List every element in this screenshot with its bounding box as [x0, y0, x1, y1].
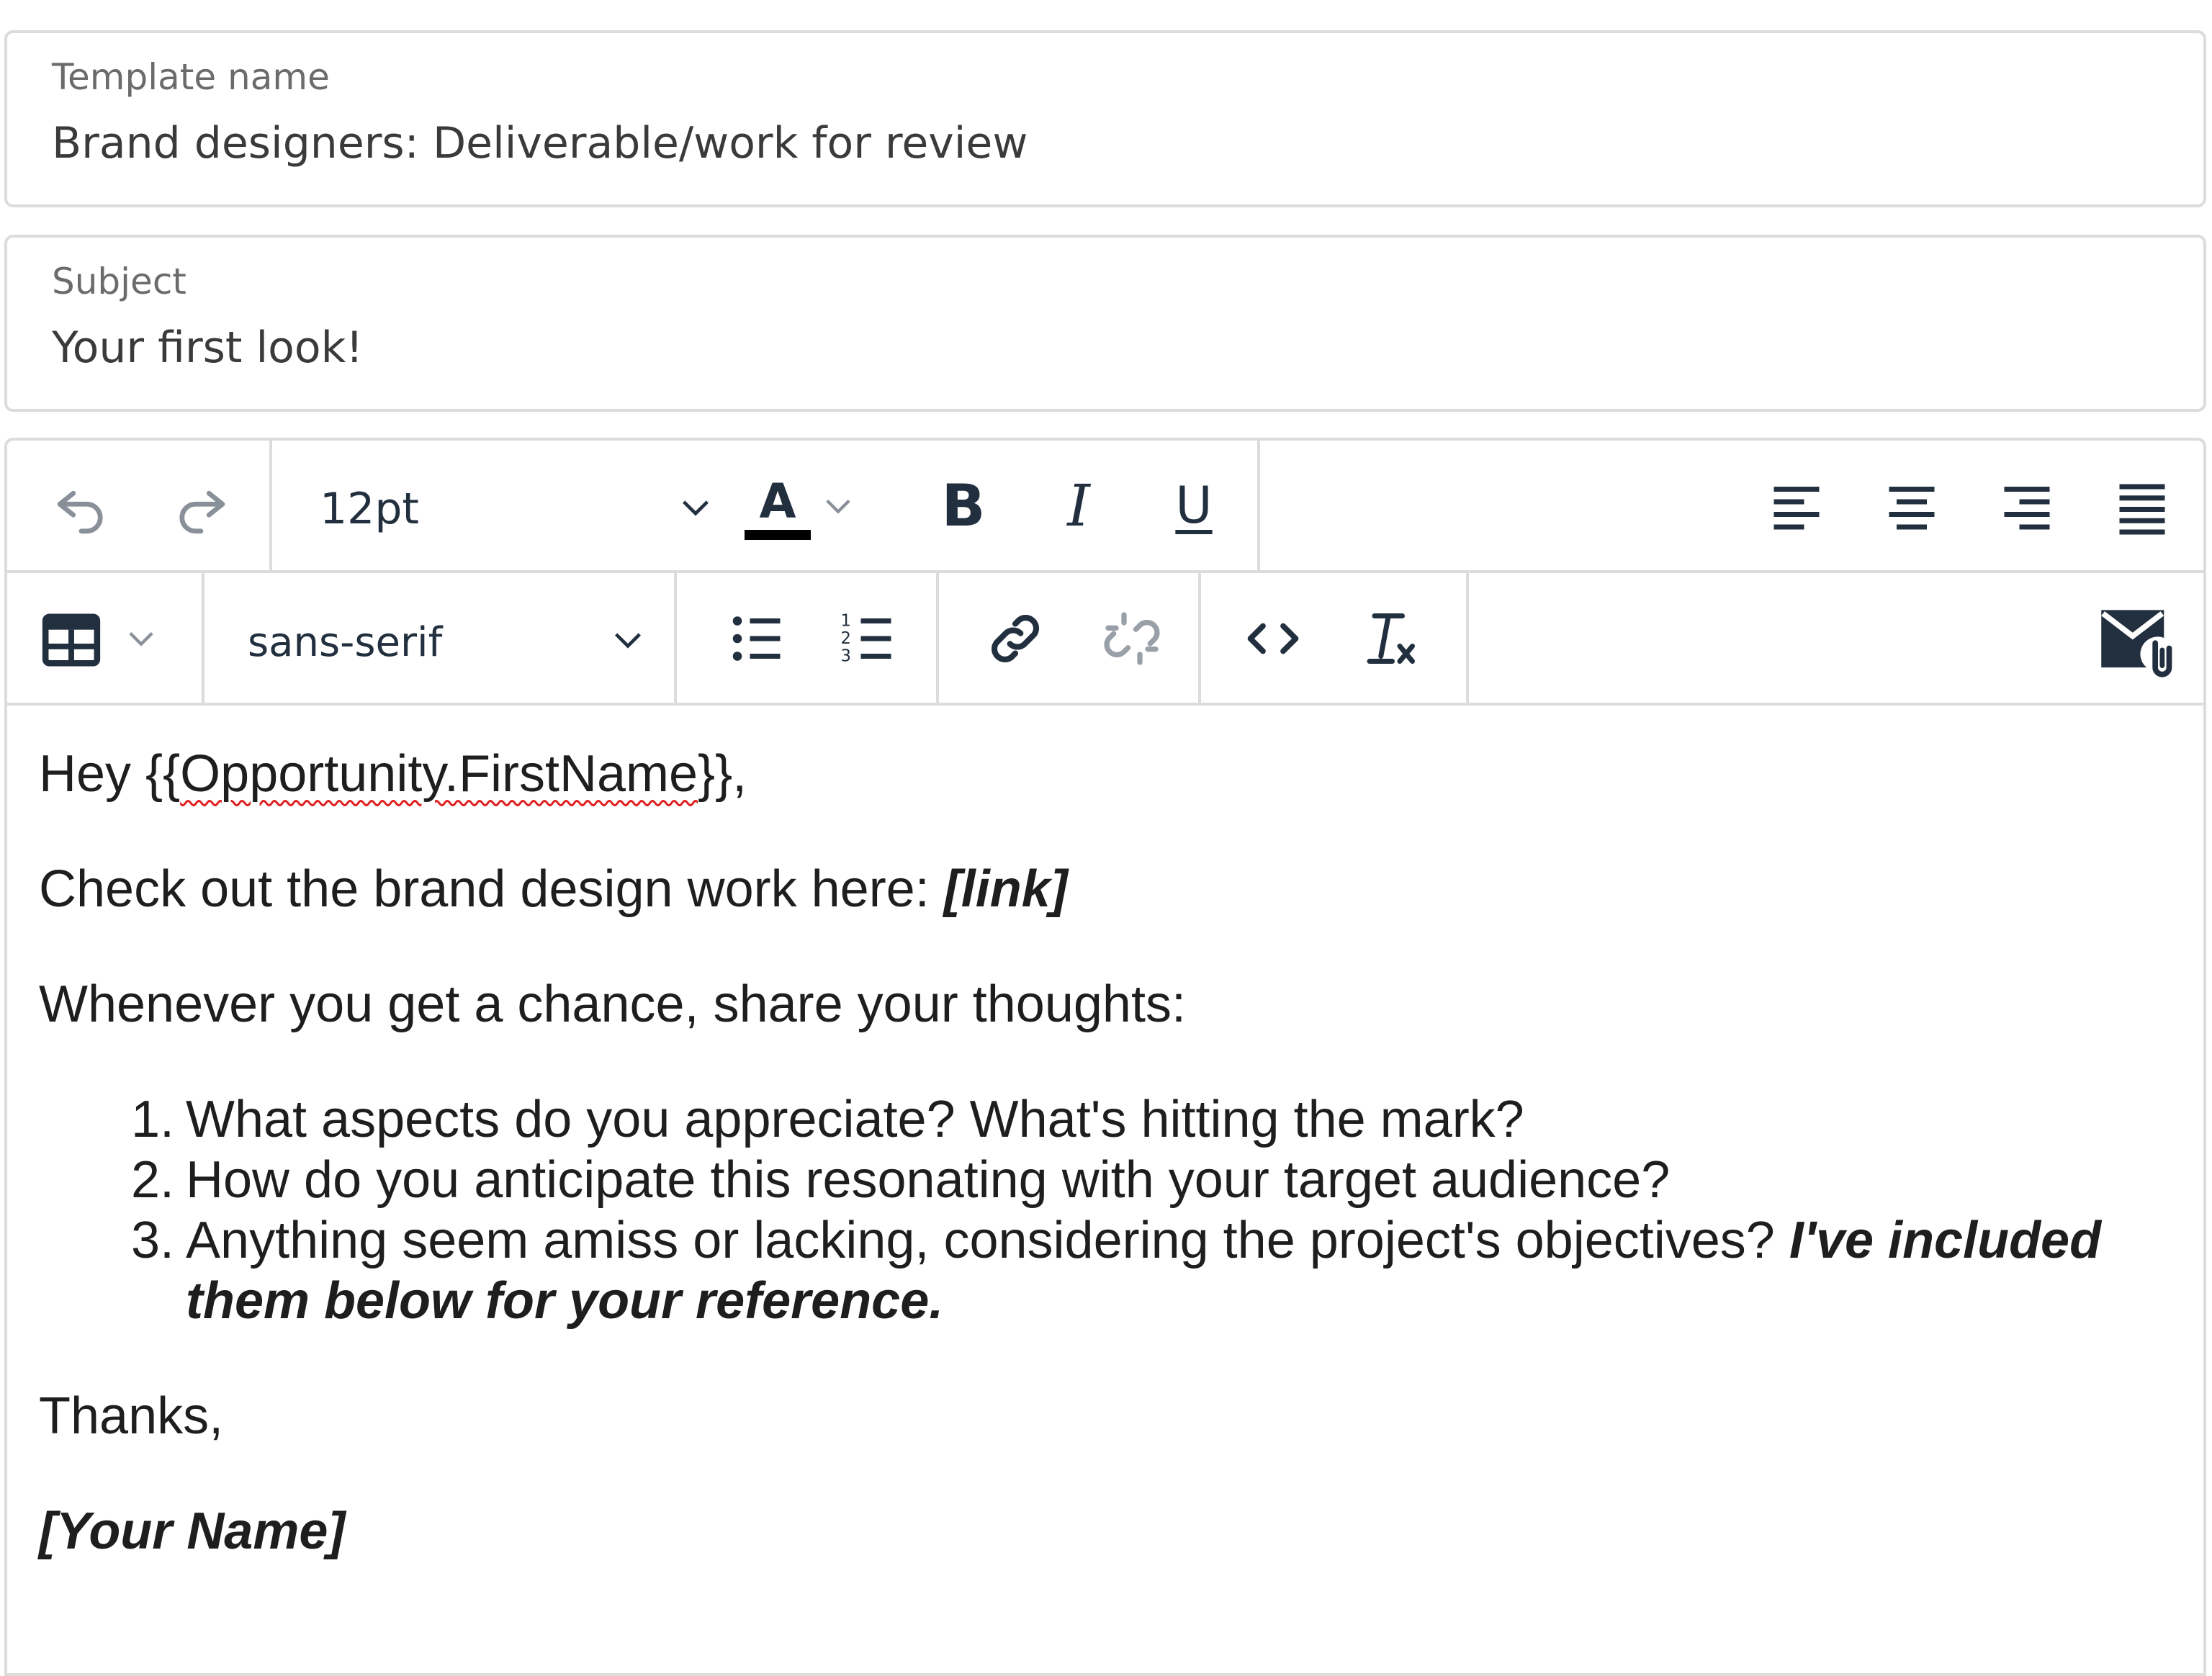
chevron-down-icon	[826, 499, 850, 514]
underline-icon: U	[1175, 476, 1213, 535]
list-number: 1.	[130, 1091, 174, 1148]
bold-icon: B	[941, 472, 986, 539]
thanks-text: Thanks,	[39, 1387, 224, 1445]
check-out-line: Check out the brand design work here: [l…	[39, 858, 1068, 920]
svg-text:3: 3	[841, 647, 851, 666]
unlink-icon	[1104, 612, 1160, 665]
list-text-emphasis: them below for your reference.	[186, 1272, 944, 1330]
italic-button[interactable]: I	[1034, 465, 1123, 546]
font-family-value: sans-serif	[248, 619, 443, 666]
redo-button[interactable]	[156, 471, 246, 543]
bullet-list-icon	[732, 616, 781, 661]
toolbar-row-secondary: sans-serif 123	[7, 573, 2203, 706]
editor-body[interactable]: Hey {{Opportunity.FirstName}}, Check out…	[39, 737, 2182, 1673]
chevron-down-icon	[129, 631, 153, 646]
align-justify-button[interactable]	[2103, 471, 2182, 543]
link-group	[939, 573, 1201, 703]
toolbar-row-primary: 12pt A B I U	[7, 441, 2203, 573]
list-number: 2.	[130, 1151, 174, 1209]
align-right-button[interactable]	[1987, 471, 2067, 543]
font-size-select[interactable]: 12pt	[294, 465, 719, 546]
undo-icon	[57, 490, 103, 534]
template-name-input[interactable]	[52, 118, 2175, 168]
font-family-group: sans-serif	[204, 573, 677, 703]
mail-attachment-icon	[2101, 610, 2172, 677]
bold-button[interactable]: B	[919, 465, 1008, 546]
greeting-line: Hey {{Opportunity.FirstName}},	[39, 743, 747, 805]
source-code-button[interactable]	[1228, 599, 1318, 678]
unlink-button[interactable]	[1087, 599, 1177, 678]
merge-field-token: Opportunity.FirstName	[180, 745, 698, 803]
alignment-group	[1260, 441, 2203, 570]
align-justify-icon	[2119, 484, 2165, 535]
align-center-button[interactable]	[1872, 471, 1951, 543]
clear-formatting-icon	[1367, 613, 1415, 664]
text-color-swatch	[745, 530, 811, 540]
email-attachment-button[interactable]	[2084, 595, 2192, 681]
attachment-group	[1469, 573, 2203, 703]
list-text-plain: Anything seem amiss or lacking, consider…	[186, 1212, 1789, 1269]
template-name-field[interactable]: Template name	[4, 30, 2206, 207]
insert-link-button[interactable]	[971, 599, 1060, 678]
redo-icon	[179, 490, 225, 534]
format-group: 12pt A B I U	[272, 441, 1260, 570]
italic-icon: I	[1067, 472, 1090, 539]
list-text: What aspects do you appreciate? What's h…	[186, 1091, 1524, 1148]
link-placeholder: [link]	[943, 860, 1068, 918]
align-center-icon	[1889, 487, 1935, 530]
greeting-prefix: Hey {{	[39, 745, 181, 803]
bullet-list-button[interactable]	[713, 599, 802, 678]
text-color-button[interactable]: A	[739, 465, 860, 546]
table-icon	[42, 613, 101, 667]
code-group	[1201, 573, 1469, 703]
align-left-button[interactable]	[1757, 471, 1836, 543]
chevron-down-icon	[615, 633, 641, 649]
font-family-select[interactable]: sans-serif	[219, 599, 651, 678]
align-right-icon	[2004, 487, 2050, 530]
align-left-icon	[1773, 487, 1820, 530]
clear-formatting-button[interactable]	[1345, 599, 1434, 678]
subject-label: Subject	[52, 261, 186, 302]
list-text: How do you anticipate this resonating wi…	[186, 1151, 1671, 1209]
font-size-value: 12pt	[320, 484, 419, 534]
list-number: 3.	[130, 1212, 174, 1269]
link-icon	[992, 615, 1039, 662]
subject-input[interactable]	[52, 323, 2175, 373]
thanks-line: Thanks,	[39, 1385, 223, 1447]
table-group	[7, 573, 204, 703]
subject-field[interactable]: Subject	[4, 235, 2206, 412]
table-button[interactable]	[36, 599, 180, 678]
intro-text: Whenever you get a chance, share your th…	[39, 976, 1186, 1033]
svg-text:1: 1	[841, 612, 851, 631]
underline-button[interactable]: U	[1149, 465, 1238, 546]
chevron-down-icon	[683, 500, 709, 516]
text-color-icon: A	[745, 468, 811, 540]
list-text: Anything seem amiss or lacking, consider…	[186, 1209, 2101, 1271]
greeting-suffix: }},	[698, 745, 747, 803]
numbered-list-icon: 123	[841, 612, 891, 666]
signature-line: [Your Name]	[39, 1500, 345, 1562]
check-out-text: Check out the brand design work here:	[39, 860, 944, 918]
code-icon	[1247, 623, 1299, 654]
intro-line: Whenever you get a chance, share your th…	[39, 973, 1186, 1035]
list-text-emphasis: I've included	[1789, 1212, 2102, 1269]
undo-button[interactable]	[36, 471, 127, 543]
numbered-list-button[interactable]: 123	[824, 599, 913, 678]
list-group: 123	[677, 573, 939, 703]
svg-text:2: 2	[841, 629, 851, 648]
rich-text-editor: 12pt A B I U sans-serif 1 2 3 Hey {{Oppo…	[4, 438, 2206, 1676]
template-name-label: Template name	[52, 56, 330, 98]
text-color-letter: A	[759, 474, 796, 529]
history-group	[7, 441, 272, 570]
signature-placeholder: [Your Name]	[39, 1502, 346, 1560]
